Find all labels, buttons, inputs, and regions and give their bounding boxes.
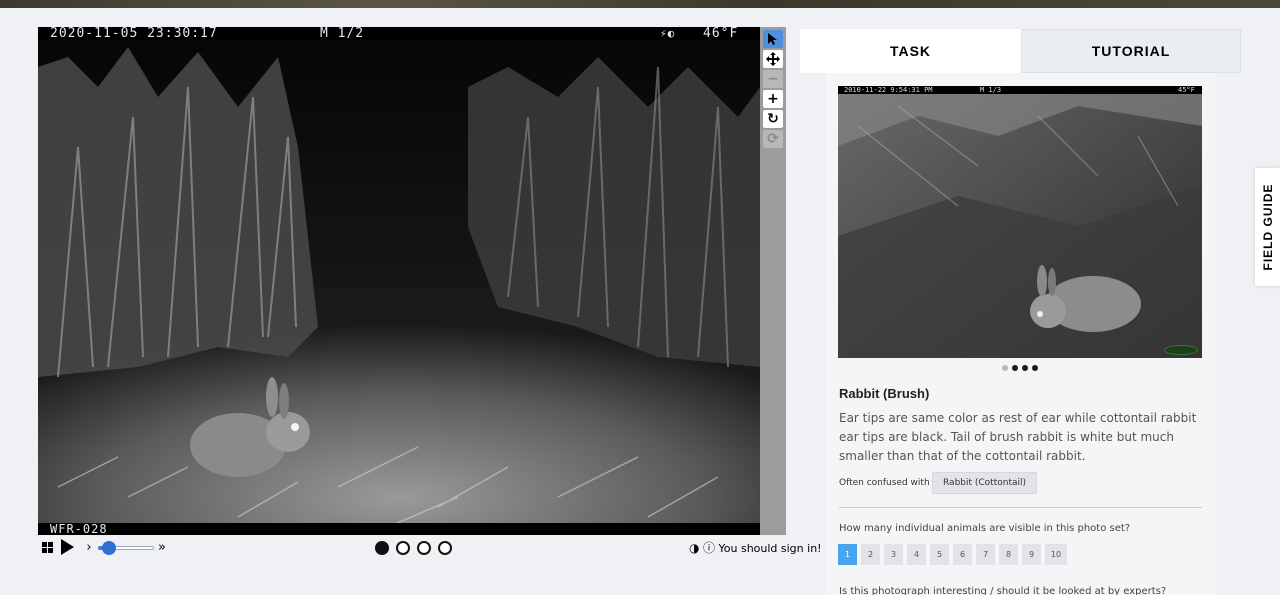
play-button[interactable] <box>59 538 75 556</box>
count-option-5[interactable]: 5 <box>930 544 949 565</box>
camera-trap-photo[interactable]: 2020-11-05 23:30:17 M 1/2 ⚡◐ 46°F WFR-02… <box>38 27 760 535</box>
contrast-icon[interactable]: ◑ <box>689 541 699 555</box>
count-option-1[interactable]: 1 <box>838 544 857 565</box>
example-dot-2[interactable] <box>1012 365 1018 371</box>
frame-dot-4[interactable] <box>438 541 452 555</box>
faster-button[interactable]: » <box>155 538 169 556</box>
frame-controls: › » ◑ ⓘ You should sign in! <box>38 536 822 558</box>
task-panel: TASK TUTORIAL 2010-11-22 9:54:31 PM M 1/… <box>800 29 1241 595</box>
zoom-out-button[interactable]: − <box>763 70 783 88</box>
grid-icon <box>41 541 53 553</box>
zoom-in-button[interactable]: + <box>763 90 783 108</box>
rotate-icon: ↻ <box>767 111 779 127</box>
reset-icon: ⟳ <box>767 131 779 147</box>
example-dot-1[interactable] <box>1002 365 1008 371</box>
night-scene-image <box>38 27 760 535</box>
count-option-7[interactable]: 7 <box>976 544 995 565</box>
move-tool-button[interactable] <box>763 50 783 68</box>
camera-temperature: 46°F <box>703 27 739 41</box>
example-camera-stamp: 2010-11-22 9:54:31 PM M 1/3 45°F <box>838 86 1202 94</box>
confused-with-chip[interactable]: Rabbit (Cottontail) <box>932 472 1038 494</box>
subject-viewer: 2020-11-05 23:30:17 M 1/2 ⚡◐ 46°F WFR-02… <box>38 27 822 558</box>
camera-timestamp: 2020-11-05 23:30:17 <box>50 27 218 41</box>
count-option-10[interactable]: 10 <box>1045 544 1067 565</box>
species-detail: 2010-11-22 9:54:31 PM M 1/3 45°F Rabbit … <box>826 73 1216 595</box>
example-temperature: 45°F <box>1178 86 1195 94</box>
camera-mode: M 1/2 <box>320 27 365 41</box>
example-mode: M 1/3 <box>980 86 1002 94</box>
plus-icon: + <box>767 91 779 107</box>
example-dot-3[interactable] <box>1022 365 1028 371</box>
double-chevron-right-icon: » <box>158 539 166 555</box>
cursor-arrow-icon <box>768 33 777 45</box>
info-icon[interactable]: ⓘ <box>703 541 715 555</box>
field-guide-label: FIELD GUIDE <box>1260 183 1275 271</box>
example-timestamp: 2010-11-22 9:54:31 PM <box>844 86 933 94</box>
frame-dot-1[interactable] <box>375 541 389 555</box>
example-rabbit-image <box>838 86 1202 358</box>
camera-brand-logo <box>1164 345 1198 355</box>
moon-phase-icon: ⚡◐ <box>660 27 676 40</box>
slower-button[interactable]: › <box>84 538 94 556</box>
reset-button[interactable]: ⟳ <box>763 130 783 148</box>
move-arrows-icon <box>766 52 780 66</box>
section-divider <box>839 507 1202 508</box>
tab-tutorial[interactable]: TUTORIAL <box>1021 29 1241 73</box>
count-option-8[interactable]: 8 <box>999 544 1018 565</box>
interesting-question: Is this photograph interesting / should … <box>839 586 1167 595</box>
chevron-right-icon: › <box>86 539 92 555</box>
count-option-9[interactable]: 9 <box>1022 544 1041 565</box>
field-guide-tab[interactable]: FIELD GUIDE <box>1255 168 1280 286</box>
count-option-2[interactable]: 2 <box>861 544 880 565</box>
tab-task[interactable]: TASK <box>800 29 1021 73</box>
example-photo[interactable]: 2010-11-22 9:54:31 PM M 1/3 45°F <box>838 86 1202 358</box>
grid-view-button[interactable] <box>40 538 54 556</box>
play-icon <box>61 539 74 555</box>
panel-tabs: TASK TUTORIAL <box>800 29 1241 73</box>
species-description: Ear tips are same color as rest of ear w… <box>839 411 1197 463</box>
pointer-tool-button[interactable] <box>763 30 783 48</box>
image-toolbar: − + ↻ ⟳ <box>760 27 786 535</box>
count-option-4[interactable]: 4 <box>907 544 926 565</box>
speed-slider-handle[interactable] <box>102 541 117 555</box>
frame-dot-2[interactable] <box>396 541 410 555</box>
header-image-strip <box>0 0 1280 8</box>
camera-info-bar: 2020-11-05 23:30:17 M 1/2 ⚡◐ 46°F <box>38 27 760 40</box>
count-question: How many individual animals are visible … <box>839 523 1131 534</box>
minus-icon: − <box>767 71 779 87</box>
species-name: Rabbit (Brush) <box>839 386 930 401</box>
camera-id-bar: WFR-028 <box>38 523 760 535</box>
frame-dot-3[interactable] <box>417 541 431 555</box>
count-option-6[interactable]: 6 <box>953 544 972 565</box>
confused-with-label: Often confused with <box>839 478 930 488</box>
count-option-3[interactable]: 3 <box>884 544 903 565</box>
rotate-button[interactable]: ↻ <box>763 110 783 128</box>
camera-id: WFR-028 <box>50 522 108 535</box>
example-dot-4[interactable] <box>1032 365 1038 371</box>
